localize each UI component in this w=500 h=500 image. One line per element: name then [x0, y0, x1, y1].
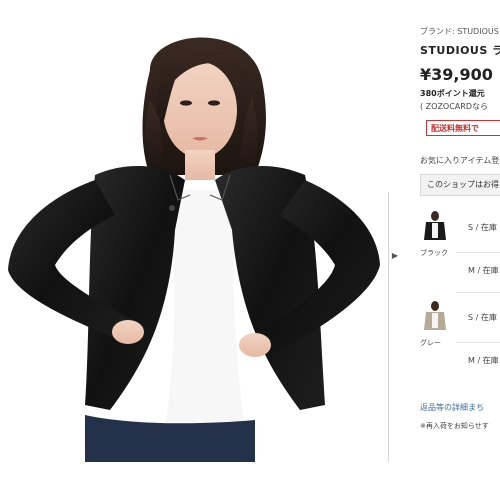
- shop-benefit-box[interactable]: このショップはお得: [420, 174, 500, 196]
- brand-line[interactable]: ブランド: STUDIOUS: [420, 26, 499, 37]
- chevron-right-icon: ▶: [391, 250, 399, 260]
- variant-color-label: グレー: [420, 339, 441, 347]
- variant-thumbnail-gray[interactable]: [422, 300, 448, 334]
- size-stock-line: M / 在庫: [468, 356, 499, 365]
- restock-note: ※再入荷をお知らせす: [420, 422, 489, 430]
- next-image-arrow[interactable]: ▶: [388, 243, 402, 267]
- returns-details-link[interactable]: 返品等の詳細まち: [420, 402, 484, 413]
- product-name: STUDIOUS ラ: [420, 44, 500, 57]
- size-stock-line: M / 在庫: [468, 266, 499, 275]
- zozocard-note: ( ZOZOCARDなら: [420, 102, 488, 111]
- price: ¥39,900: [420, 65, 493, 84]
- free-shipping-badge: 配送料無料で: [426, 120, 500, 136]
- variant-color-label: ブラック: [420, 249, 448, 257]
- size-stock-line: S / 在庫: [468, 223, 497, 232]
- variant-thumbnail-black[interactable]: [422, 210, 448, 244]
- product-photo[interactable]: [0, 0, 383, 462]
- photo-divider: [388, 192, 389, 462]
- size-stock-line: S / 在庫: [468, 313, 497, 322]
- favorite-register-link[interactable]: お気に入りアイテム登: [420, 155, 499, 166]
- bottom-blank-area: [0, 462, 500, 500]
- row-divider: [456, 292, 500, 293]
- row-divider: [456, 342, 500, 343]
- product-info-panel: ブランド: STUDIOUS STUDIOUS ラ ¥39,900 380ポイン…: [420, 0, 500, 462]
- model-image: [8, 37, 380, 462]
- row-divider: [456, 252, 500, 253]
- points-reward: 380ポイント還元: [420, 89, 485, 98]
